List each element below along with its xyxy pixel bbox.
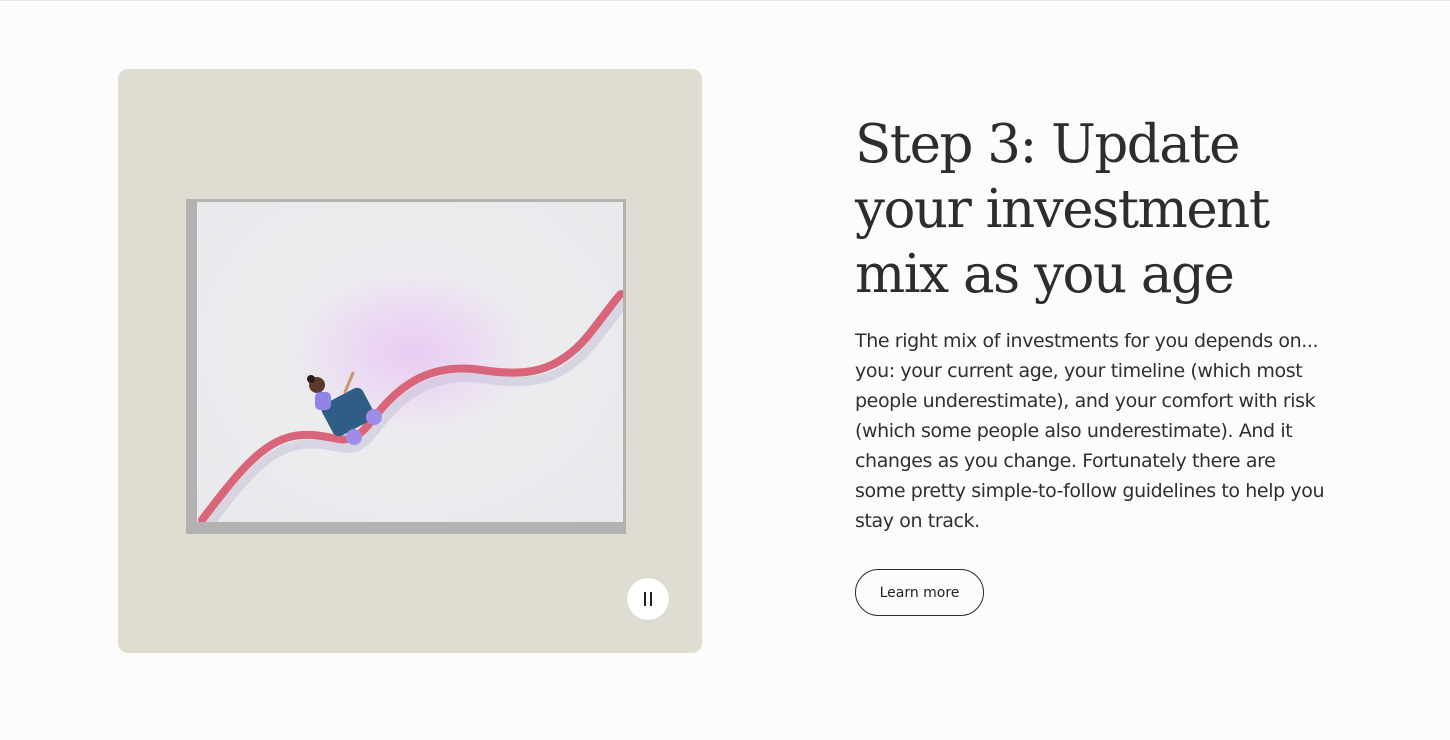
step-headline: Step 3: Update your investment mix as yo… <box>855 114 1270 305</box>
media-card <box>118 69 702 653</box>
roller-coaster-animation <box>197 202 623 522</box>
pause-button[interactable] <box>627 578 669 620</box>
animation-frame <box>186 199 626 534</box>
roller-coaster-illustration <box>198 272 623 522</box>
rider-body <box>315 392 331 410</box>
learn-more-button[interactable]: Learn more <box>855 569 984 616</box>
step-description: The right mix of investments for you dep… <box>855 330 1325 532</box>
step-content: Step 3: Update your investment mix as yo… <box>855 112 1335 616</box>
top-divider <box>0 0 1450 1</box>
pause-icon <box>644 592 652 606</box>
